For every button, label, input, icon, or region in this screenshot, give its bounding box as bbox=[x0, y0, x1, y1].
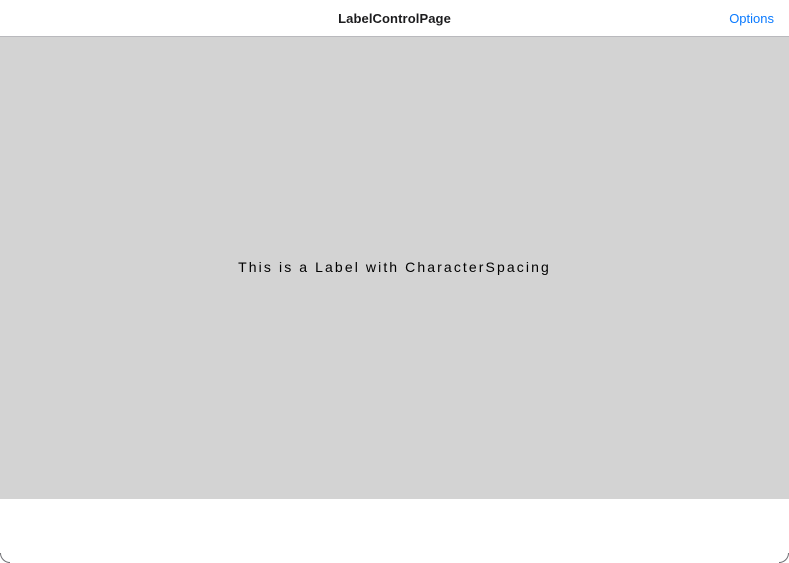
page-title: LabelControlPage bbox=[338, 11, 451, 26]
app-window: LabelControlPage Options This is a Label… bbox=[0, 0, 789, 563]
screen-corner-right bbox=[779, 553, 789, 563]
bottom-safe-area bbox=[0, 499, 789, 563]
character-spacing-label: This is a Label with CharacterSpacing bbox=[238, 259, 551, 275]
content-area: This is a Label with CharacterSpacing bbox=[0, 37, 789, 499]
options-button[interactable]: Options bbox=[729, 11, 774, 26]
navigation-bar: LabelControlPage Options bbox=[0, 0, 789, 37]
screen-corner-left bbox=[0, 553, 10, 563]
